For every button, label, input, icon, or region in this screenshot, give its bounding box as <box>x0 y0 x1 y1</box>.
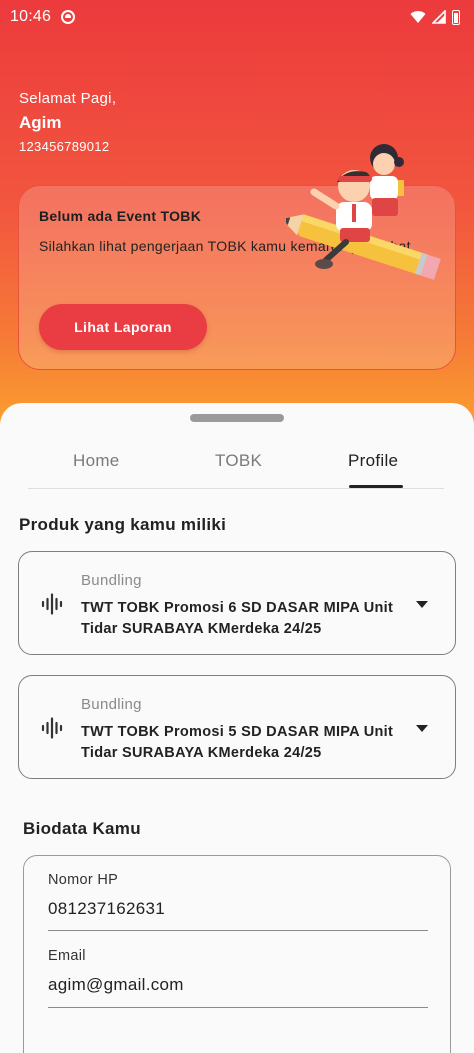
product-type-label: Bundling <box>81 572 142 589</box>
app-screen: 10:46 Selamat Pagi, Agim 123456789012 Be… <box>0 0 474 1053</box>
product-name: TWT TOBK Promosi 5 SD DASAR MIPA Unit Ti… <box>81 724 394 761</box>
product-dropdown-1[interactable]: Bundling TWT TOBK Promosi 6 SD DASAR MIP… <box>18 551 456 655</box>
email-field-underline <box>48 1007 428 1008</box>
event-title: Belum ada Event TOBK <box>39 208 202 224</box>
greeting-salutation: Selamat Pagi, <box>19 90 117 107</box>
active-tab-indicator <box>349 485 403 488</box>
product-name: TWT TOBK Promosi 6 SD DASAR MIPA Unit Ti… <box>81 600 394 637</box>
greeting: Selamat Pagi, Agim 123456789012 <box>19 90 116 154</box>
product-type-label: Bundling <box>81 696 142 713</box>
status-bar: 10:46 <box>0 0 474 34</box>
bottom-sheet: Home TOBK Profile Produk yang kamu milik… <box>0 403 474 1053</box>
status-time: 10:46 <box>10 8 52 25</box>
dropdown-arrow-icon[interactable] <box>416 601 428 608</box>
drag-handle[interactable] <box>190 414 284 422</box>
students-on-pencil-illustration <box>286 144 441 280</box>
user-id-number: 123456789012 <box>19 139 110 154</box>
audio-waveform-icon <box>41 593 63 615</box>
products-section-title: Produk yang kamu miliki <box>19 515 227 534</box>
tab-profile[interactable]: Profile <box>348 451 398 471</box>
status-icons <box>410 9 460 25</box>
battery-icon <box>452 9 460 25</box>
phone-label: Nomor HP <box>48 872 119 888</box>
signal-icon <box>432 10 446 24</box>
product-dropdown-2[interactable]: Bundling TWT TOBK Promosi 5 SD DASAR MIP… <box>18 675 456 779</box>
user-name: Agim <box>19 113 62 132</box>
email-label: Email <box>48 948 86 964</box>
view-report-button[interactable]: Lihat Laporan <box>39 304 207 350</box>
tab-tobk[interactable]: TOBK <box>215 451 262 471</box>
biodata-section-title: Biodata Kamu <box>23 819 141 838</box>
tab-home[interactable]: Home <box>73 451 120 471</box>
phone-field-underline <box>48 930 428 931</box>
phone-field[interactable]: 081237162631 <box>48 899 165 919</box>
audio-waveform-icon <box>41 717 63 739</box>
app-notification-icon <box>61 10 76 24</box>
tab-bar: Home TOBK Profile <box>28 443 444 489</box>
wifi-icon <box>410 11 426 23</box>
dropdown-arrow-icon[interactable] <box>416 725 428 732</box>
biodata-card: Nomor HP 081237162631 Email agim@gmail.c… <box>23 855 451 1053</box>
email-field[interactable]: agim@gmail.com <box>48 975 184 995</box>
